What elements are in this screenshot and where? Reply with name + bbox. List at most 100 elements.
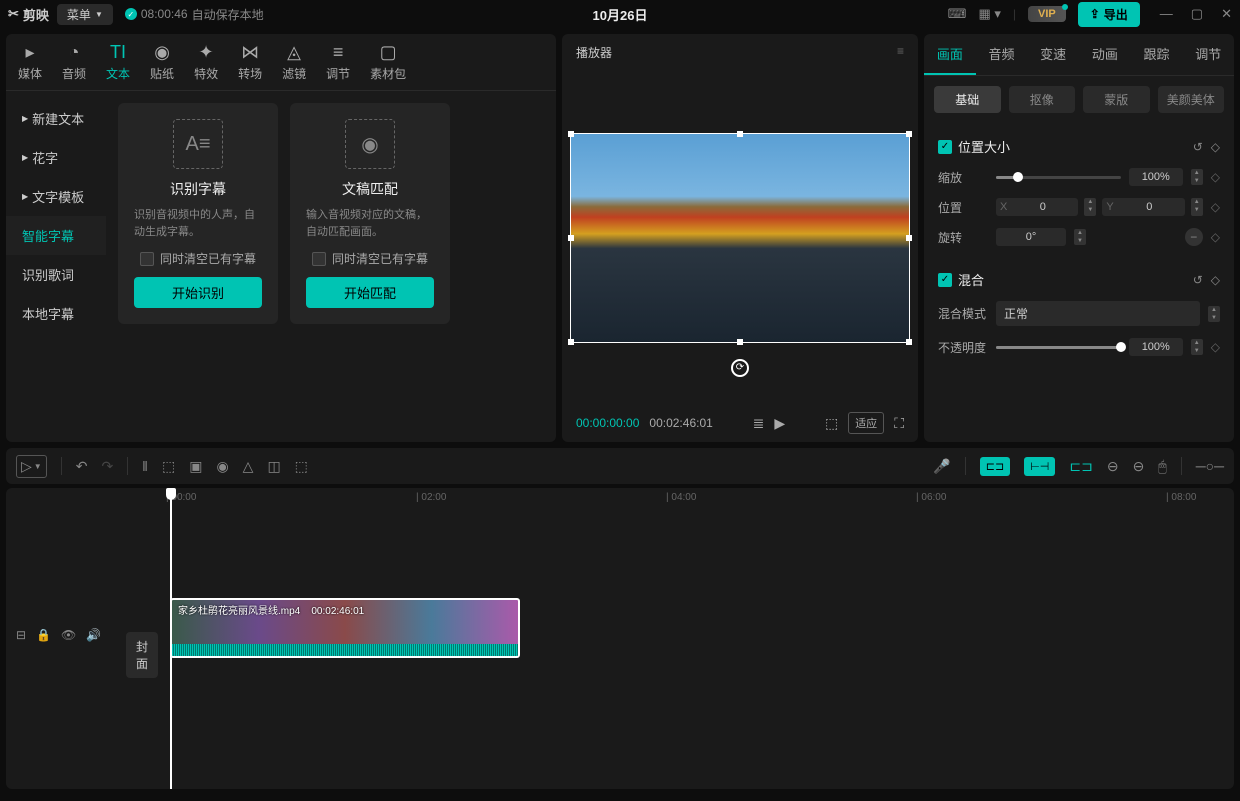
side-tab-本地字幕[interactable]: 本地字幕 [6,294,106,333]
fit-button[interactable]: 适应 [848,412,884,434]
keyframe-icon[interactable]: ◇ [1211,230,1220,244]
timeline-ruler[interactable]: | 00:00| 02:00| 04:00| 06:00| 08:00 [166,488,1234,508]
copy-tool[interactable]: ▣ [189,458,202,475]
section-checkbox[interactable]: ✓ [938,140,952,154]
link-tool[interactable]: ⊖ [1107,458,1119,475]
props-tab-调节[interactable]: 调节 [1182,34,1234,75]
video-frame[interactable]: ⟳ [570,133,910,343]
rotation-input[interactable]: 0° [996,228,1066,246]
top-tab-滤镜[interactable]: ◬滤镜 [282,42,306,82]
card-action-button[interactable]: 开始匹配 [306,277,434,308]
top-tab-特效[interactable]: ✦特效 [194,42,218,82]
section-checkbox[interactable]: ✓ [938,273,952,287]
opacity-slider[interactable] [996,346,1121,349]
scale-spinner[interactable]: ▲▼ [1191,169,1203,185]
speaker-icon[interactable]: 🔊 [86,628,101,642]
opacity-spinner[interactable]: ▲▼ [1191,339,1203,355]
props-tab-画面[interactable]: 画面 [924,34,976,75]
rotate-handle[interactable]: ⟳ [731,359,749,377]
rot-spinner[interactable]: ▲▼ [1074,229,1086,245]
side-tab-花字[interactable]: ▶ 花字 [6,138,106,177]
split-tool[interactable]: ‖ [142,458,148,474]
crop2-tool[interactable]: ⬚ [295,458,308,475]
position-y-input[interactable]: Y0 [1102,198,1184,216]
props-tab-动画[interactable]: 动画 [1079,34,1131,75]
y-spinner[interactable]: ▲▼ [1191,198,1203,216]
redo-button[interactable]: ↷ [101,458,113,475]
magnet-toggle-1[interactable]: ⊏⊐ [980,457,1010,476]
undo-button[interactable]: ↶ [76,458,88,475]
magnet-toggle-2[interactable]: ⊢⊣ [1024,457,1055,476]
crop-tool[interactable]: ⬚ [162,458,175,475]
keyframe-icon[interactable]: ◇ [1211,200,1220,214]
opacity-input[interactable]: 100% [1129,338,1183,356]
sub-tab-抠像[interactable]: 抠像 [1009,86,1076,113]
top-tab-贴纸[interactable]: ◉贴纸 [150,42,174,82]
scale-slider[interactable] [996,176,1121,179]
snap-tool[interactable]: ⊏⊐ [1069,458,1092,475]
menu-icon[interactable]: ≡ [897,44,904,61]
menu-button[interactable]: 菜单 ▼ [57,4,113,25]
minimize-button[interactable]: — [1160,6,1173,22]
eye-icon[interactable]: 👁 [61,628,76,642]
props-tab-变速[interactable]: 变速 [1027,34,1079,75]
side-tab-文字模板[interactable]: ▶ 文字模板 [6,177,106,216]
top-tab-转场[interactable]: ⋈转场 [238,42,262,82]
diamond-icon[interactable]: ◇ [1211,273,1220,287]
collapse-icon[interactable]: ⊟ [16,628,26,642]
card-clear-option[interactable]: 同时清空已有字幕 [312,250,428,267]
top-tab-文本[interactable]: TI文本 [106,42,130,82]
x-spinner[interactable]: ▲▼ [1084,198,1096,216]
mic-icon[interactable]: 🎤 [933,458,950,475]
top-tab-媒体[interactable]: ▸媒体 [18,42,42,82]
sub-tab-基础[interactable]: 基础 [934,86,1001,113]
scale-input[interactable]: 100% [1129,168,1183,186]
blendmode-select[interactable]: 正常 [996,301,1200,326]
sub-tab-美颜美体[interactable]: 美颜美体 [1158,86,1225,113]
reset-icon[interactable]: ↺ [1193,273,1203,287]
props-tab-跟踪[interactable]: 跟踪 [1131,34,1183,75]
keyframe-icon[interactable]: ◇ [1211,170,1220,184]
timeline-tracks[interactable]: | 00:00| 02:00| 04:00| 06:00| 08:00 家乡杜鹃… [166,488,1234,789]
rotate-tool[interactable]: ◫ [267,458,280,475]
list-icon[interactable]: ≣ [753,415,765,432]
fullscreen-icon[interactable]: ⛶ [894,415,904,432]
vip-badge[interactable]: VIP [1028,6,1066,22]
play-button[interactable]: ▶ [774,415,785,432]
frame-icon[interactable]: ⬚ [825,415,838,432]
video-clip[interactable]: 家乡杜鹃花亮丽风景线.mp4 00:02:46:01 [170,598,520,658]
maximize-button[interactable]: ▢ [1191,6,1203,22]
speed-tool[interactable]: ◉ [216,458,228,475]
diamond-icon[interactable]: ◇ [1211,140,1220,154]
checkbox[interactable] [312,252,326,266]
mirror-tool[interactable]: △ [243,458,254,475]
card-action-button[interactable]: 开始识别 [134,277,262,308]
side-tab-label: 本地字幕 [22,304,74,323]
close-button[interactable]: ✕ [1221,6,1232,22]
sub-tab-蒙版[interactable]: 蒙版 [1083,86,1150,113]
card-clear-option[interactable]: 同时清空已有字幕 [140,250,256,267]
layout-icon[interactable]: ▦ ▾ [978,6,1000,22]
top-tab-音频[interactable]: ◔音频 [62,42,86,82]
position-x-input[interactable]: X0 [996,198,1078,216]
keyframe-icon[interactable]: ◇ [1211,340,1220,354]
checkbox[interactable] [140,252,154,266]
keyboard-icon[interactable]: ⌨ [948,6,967,22]
player-viewport[interactable]: ⟳ [562,71,918,404]
cover-button[interactable]: 封面 [126,632,158,678]
mouse-tool[interactable]: 🖱 [1158,458,1166,475]
top-tab-调节[interactable]: ≡调节 [326,42,350,82]
side-tab-智能字幕[interactable]: 智能字幕 [6,216,106,255]
props-tab-音频[interactable]: 音频 [976,34,1028,75]
reset-icon[interactable]: ↺ [1193,140,1203,154]
side-tab-识别歌词[interactable]: 识别歌词 [6,255,106,294]
flip-icon[interactable]: − [1185,228,1203,246]
top-tab-素材包[interactable]: ▢素材包 [370,42,406,82]
cursor-tool[interactable]: ▷ ▼ [16,455,47,478]
zoom-tool[interactable]: ⊖ [1133,458,1145,475]
blend-spinner[interactable]: ▲▼ [1208,306,1220,322]
export-button[interactable]: ⇪ 导出 [1078,2,1140,27]
lock-icon[interactable]: 🔒 [36,628,51,642]
zoom-slider[interactable]: ─○─ [1196,458,1224,474]
side-tab-新建文本[interactable]: ▶ 新建文本 [6,99,106,138]
